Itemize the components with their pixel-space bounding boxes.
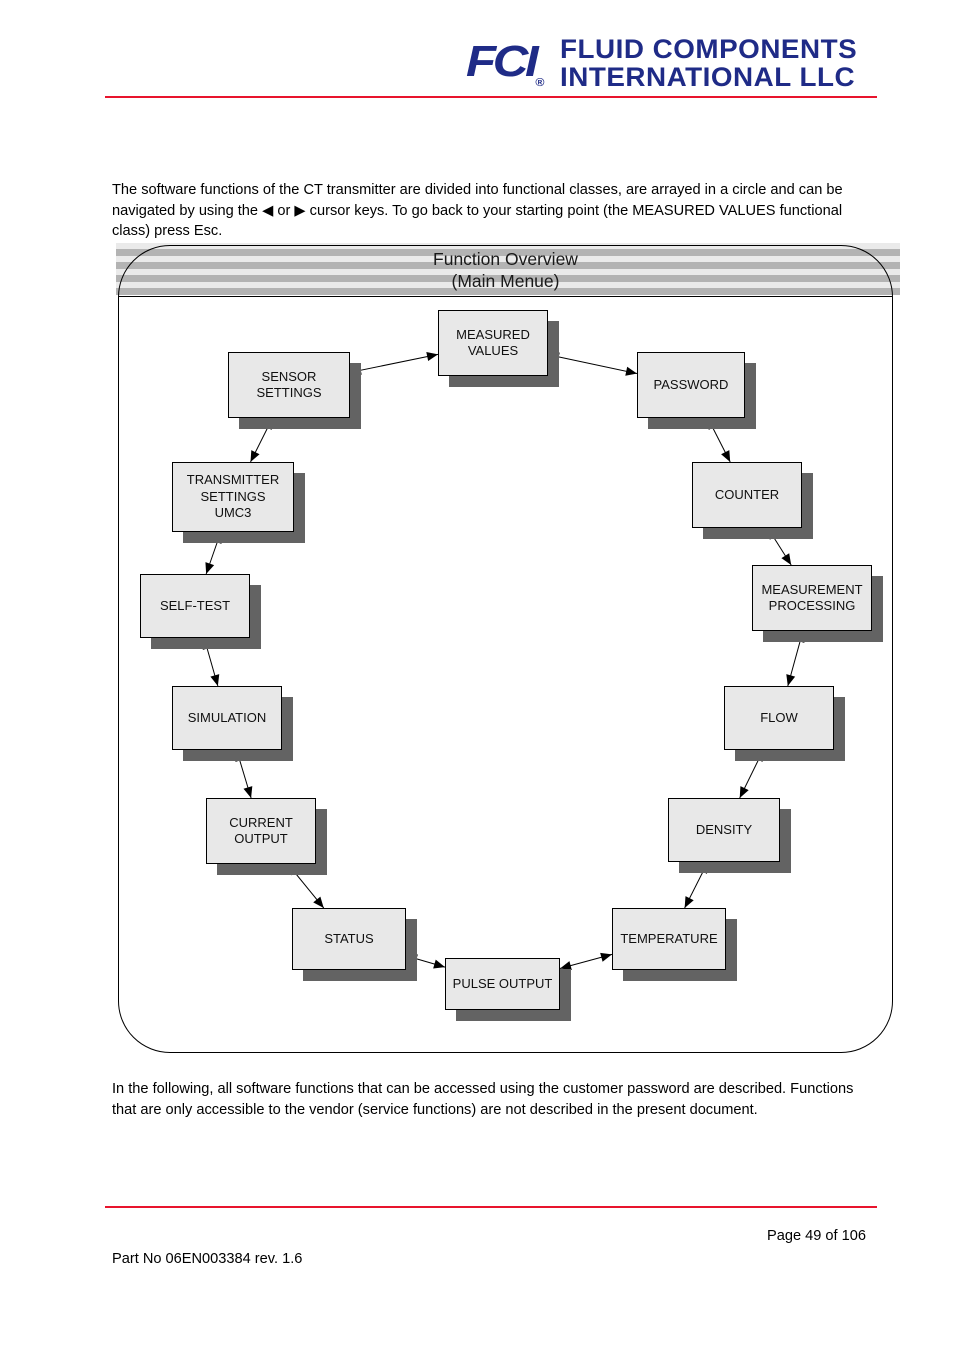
arrowhead-icon <box>426 352 438 362</box>
node-transmitter-settings[interactable]: TRANSMITTER SETTINGS UMC3 <box>172 462 294 532</box>
connector-line <box>349 353 439 373</box>
node-label: SENSOR SETTINGS <box>256 368 322 401</box>
node-measurement-processing[interactable]: MEASUREMENT PROCESSING <box>752 565 872 631</box>
intro-paragraph: The software functions of the CT transmi… <box>112 182 843 239</box>
arrowhead-icon <box>600 952 612 962</box>
company-logo: FCI® FLUID COMPONENTS INTERNATIONAL LLC <box>466 36 876 92</box>
company-name: FLUID COMPONENTS INTERNATIONAL LLC <box>560 36 857 91</box>
node-status[interactable]: STATUS <box>292 908 406 970</box>
node-label: PASSWORD <box>653 376 729 392</box>
footer-divider <box>105 1206 877 1208</box>
fci-logo-text: FCI <box>466 36 539 86</box>
node-label: CURRENT OUTPUT <box>229 814 293 847</box>
arrowhead-icon <box>210 674 220 686</box>
node-label: MEASURED VALUES <box>456 326 530 359</box>
node-flow[interactable]: FLOW <box>724 686 834 750</box>
node-label: TEMPERATURE <box>620 930 718 946</box>
company-name-line2: INTERNATIONAL LLC <box>560 62 856 92</box>
closing-paragraph: In the following, all software functions… <box>112 1081 854 1118</box>
connector-measured-values-to-password <box>547 352 638 376</box>
node-label: STATUS <box>324 930 374 946</box>
node-label: MEASUREMENT PROCESSING <box>761 581 863 614</box>
node-current-output[interactable]: CURRENT OUTPUT <box>206 798 316 864</box>
arrowhead-icon <box>786 674 796 686</box>
arrowhead-icon <box>433 959 445 969</box>
company-name-line1: FLUID COMPONENTS <box>560 34 858 65</box>
arrowhead-icon <box>781 553 792 565</box>
node-password[interactable]: PASSWORD <box>637 352 745 418</box>
arrowhead-icon <box>205 562 215 574</box>
node-label: PULSE OUTPUT <box>452 975 553 991</box>
node-simulation[interactable]: SIMULATION <box>172 686 282 750</box>
function-overview-diagram: Function Overview (Main Menue) MEASURED V… <box>110 240 900 1060</box>
arrowhead-icon <box>721 450 731 462</box>
node-label: DENSITY <box>695 821 753 837</box>
node-pulse-output[interactable]: PULSE OUTPUT <box>445 958 560 1010</box>
arrowhead-icon <box>313 896 324 908</box>
node-counter[interactable]: COUNTER <box>692 462 802 528</box>
node-measured-values[interactable]: MEASURED VALUES <box>438 310 548 376</box>
node-density[interactable]: DENSITY <box>668 798 780 862</box>
connector-temperature-to-pulse-output <box>559 952 613 971</box>
node-label: COUNTER <box>714 486 780 502</box>
header-divider <box>105 96 877 98</box>
arrowhead-icon <box>684 896 694 908</box>
node-label: TRANSMITTER SETTINGS UMC3 <box>186 472 280 521</box>
registered-trademark-icon: ® <box>535 76 545 89</box>
arrowhead-icon <box>625 366 637 376</box>
connector-sensor-settings-to-measured-values <box>349 352 439 375</box>
arrowhead-icon <box>243 786 253 798</box>
node-label: SELF-TEST <box>159 597 231 613</box>
connector-line <box>547 354 638 375</box>
node-label: SIMULATION <box>187 709 267 725</box>
part-number: Part No 06EN003384 rev. 1.6 <box>112 1251 303 1267</box>
page-number: Page 49 of 106 <box>767 1228 866 1244</box>
node-label: FLOW <box>760 709 798 725</box>
fci-logo-mark: FCI® <box>466 36 545 89</box>
node-self-test[interactable]: SELF-TEST <box>140 574 250 638</box>
node-temperature[interactable]: TEMPERATURE <box>612 908 726 970</box>
node-sensor-settings[interactable]: SENSOR SETTINGS <box>228 352 350 418</box>
